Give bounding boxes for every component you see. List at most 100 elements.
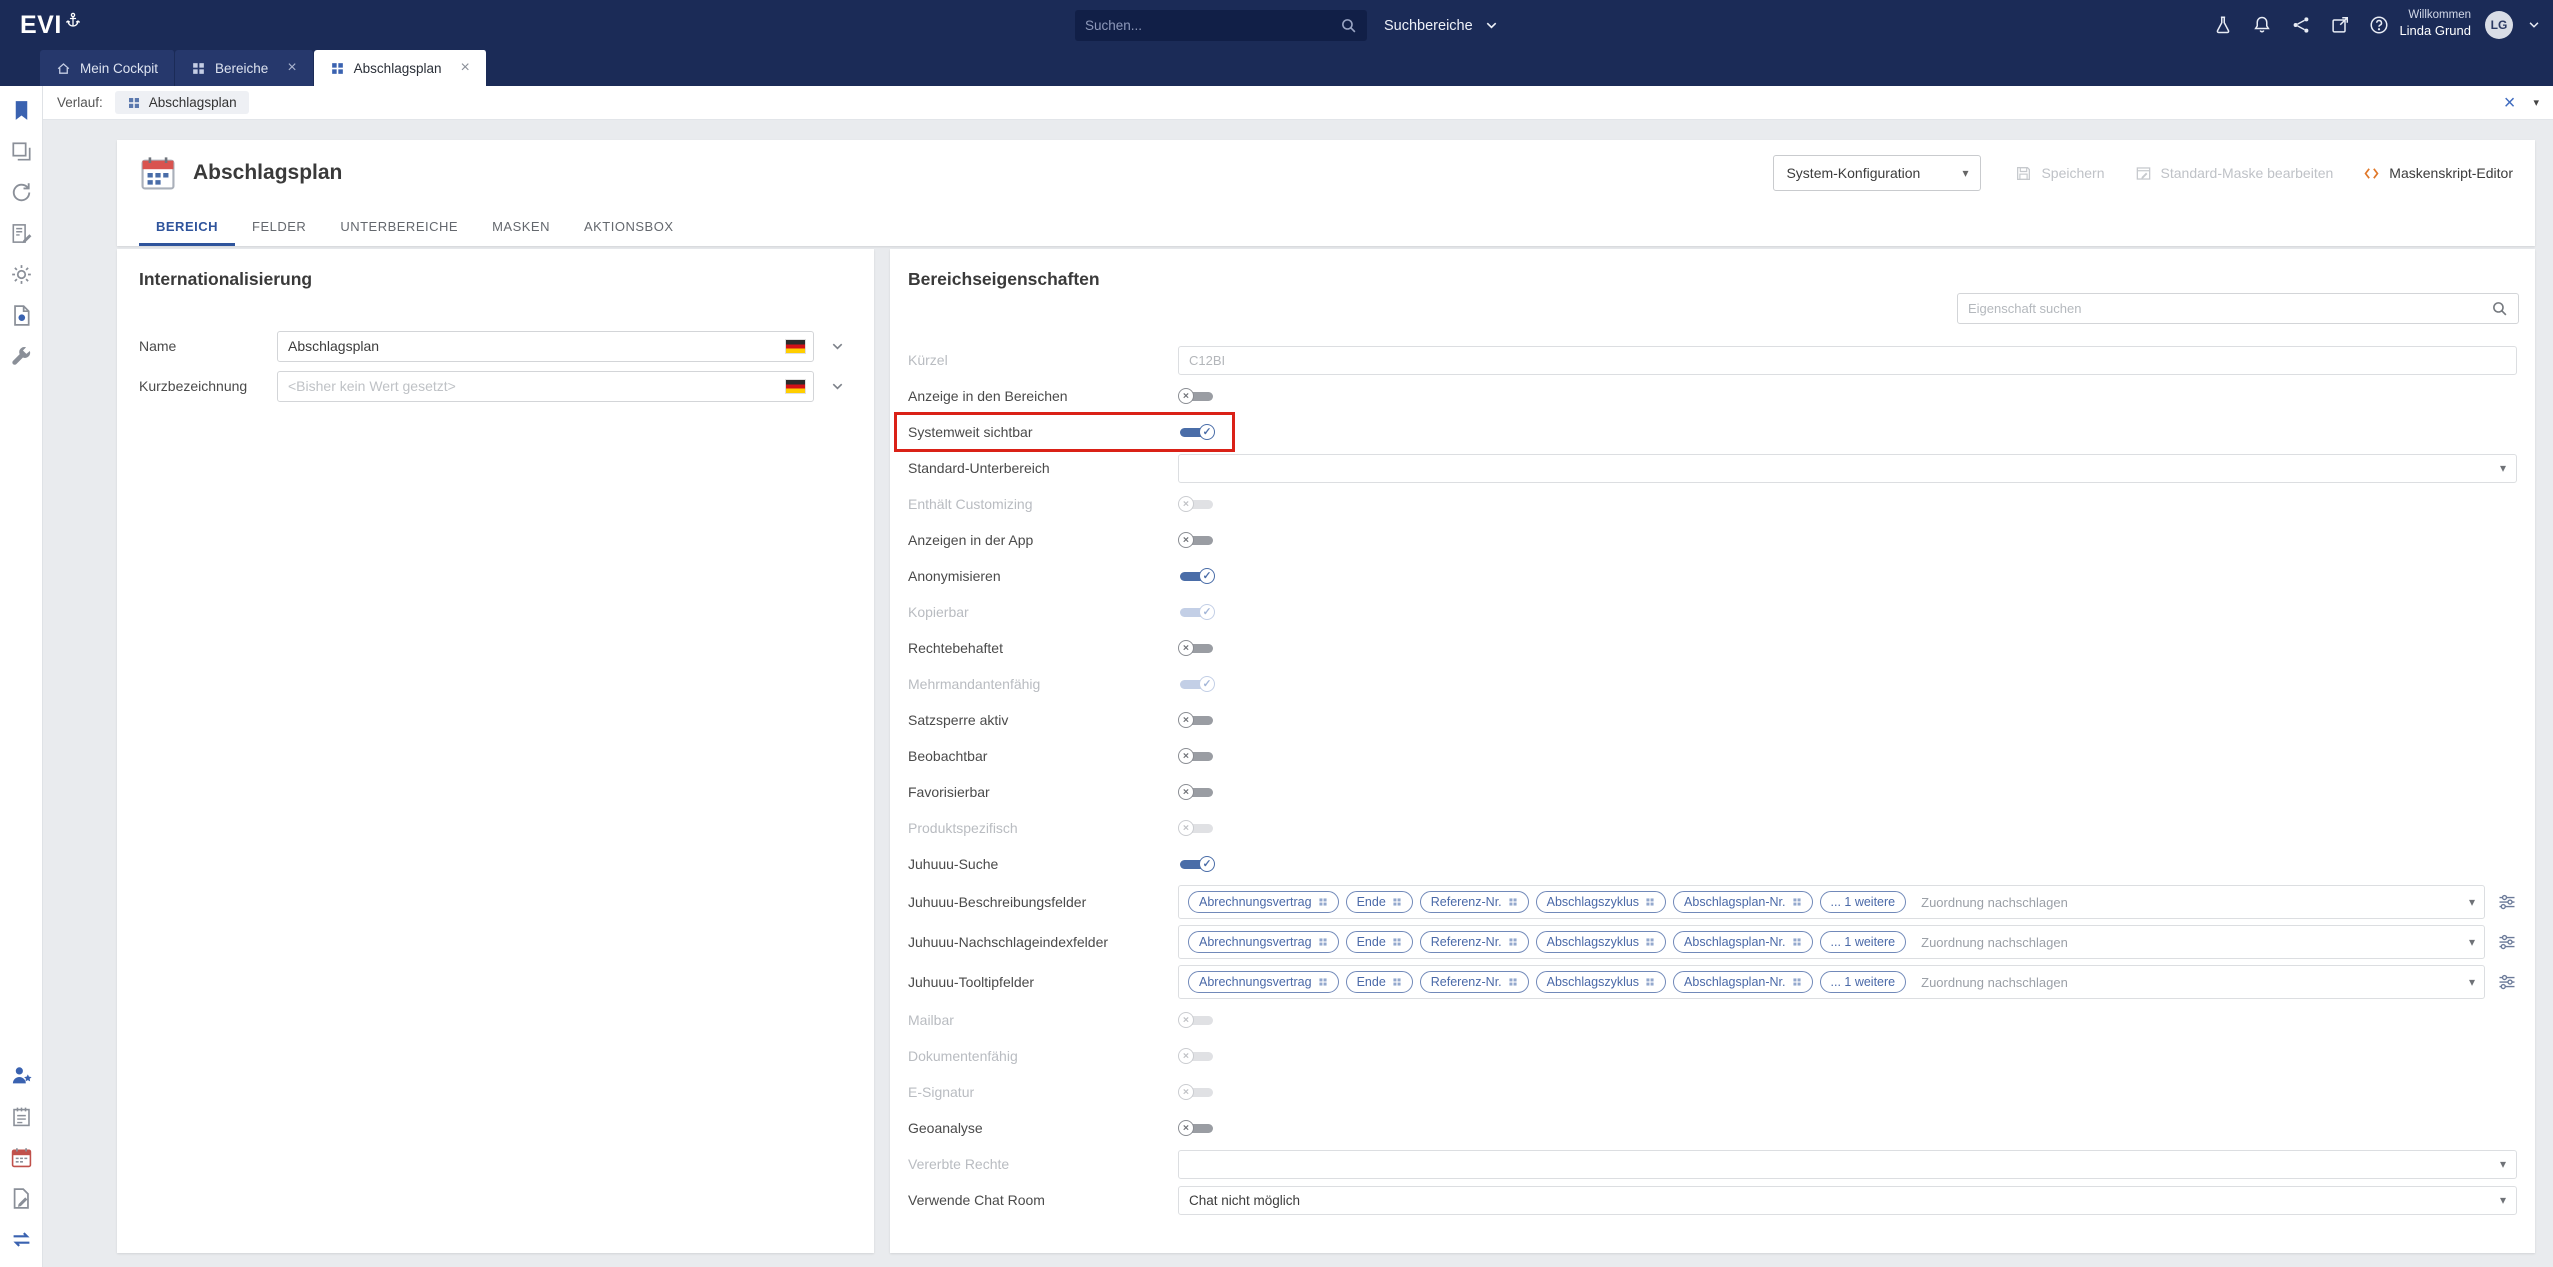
anzeigen-in-der-app-toggle[interactable]: × <box>1178 532 1215 549</box>
sync-icon[interactable] <box>10 1228 33 1251</box>
chip-more[interactable]: ... 1 weitere <box>1820 891 1907 913</box>
document-icon[interactable] <box>10 304 33 327</box>
sliders-icon[interactable] <box>2497 892 2517 912</box>
tab-abschlagsplan[interactable]: Abschlagsplan× <box>314 50 487 86</box>
favorisierbar-toggle[interactable]: × <box>1178 784 1215 801</box>
select-value: Chat nicht möglich <box>1189 1193 1300 1208</box>
property-search-input[interactable] <box>1968 301 2491 316</box>
standard-unterbereich-select[interactable]: ▾ <box>1178 454 2517 483</box>
systemweit-sichtbar-toggle[interactable]: ✓ <box>1178 424 1215 441</box>
anonymisieren-toggle[interactable]: ✓ <box>1178 568 1215 585</box>
user-menu-chevron-icon[interactable] <box>2527 18 2541 32</box>
search-input[interactable] <box>1085 18 1340 33</box>
close-icon[interactable]: × <box>2504 93 2516 113</box>
chevron-down-icon[interactable]: ▾ <box>2533 96 2539 109</box>
chevron-down-icon: ▾ <box>1962 166 1968 180</box>
close-icon[interactable]: × <box>460 60 469 76</box>
mailbar-toggle: × <box>1178 1012 1215 1029</box>
chip-abschlagszyklus[interactable]: Abschlagszyklus <box>1536 931 1666 953</box>
geoanalyse-toggle[interactable]: × <box>1178 1120 1215 1137</box>
script-icon <box>2363 165 2380 182</box>
chip-ende[interactable]: Ende <box>1346 971 1413 993</box>
juhuuu-nachschlageindexfelder-field[interactable]: Abrechnungsvertrag Ende Referenz-Nr. Abschl… <box>1178 925 2485 959</box>
property-label: Verwende Chat Room <box>908 1192 1178 1208</box>
note-icon[interactable] <box>10 1105 33 1128</box>
panel-heading: Internationalisierung <box>139 269 852 290</box>
verwende-chat-room-select[interactable]: Chat nicht möglich▾ <box>1178 1186 2517 1215</box>
chip-ende[interactable]: Ende <box>1346 891 1413 913</box>
edit-mask-icon <box>2135 165 2152 182</box>
grid-icon <box>1318 937 1328 947</box>
copy-icon[interactable] <box>10 140 33 163</box>
history-item-abschlagsplan[interactable]: Abschlagsplan <box>115 91 249 114</box>
juhuuu-beschreibungsfelder-field[interactable]: Abrechnungsvertrag Ende Referenz-Nr. Abschl… <box>1178 885 2485 919</box>
chip-referenz-nr[interactable]: Referenz-Nr. <box>1420 891 1529 913</box>
satzsperre-aktiv-toggle[interactable]: × <box>1178 712 1215 729</box>
chip-ende[interactable]: Ende <box>1346 931 1413 953</box>
chevron-down-icon[interactable] <box>830 339 845 354</box>
chevron-down-icon[interactable] <box>830 379 845 394</box>
avatar[interactable]: LG <box>2485 11 2513 39</box>
grid-icon <box>1318 897 1328 907</box>
rechtebehaftet-toggle[interactable]: × <box>1178 640 1215 657</box>
anzeige-in-den-bereichen-toggle[interactable]: × <box>1178 388 1215 405</box>
share-icon[interactable] <box>2291 15 2311 35</box>
tab-unterbereiche[interactable]: UNTERBEREICHE <box>323 206 475 246</box>
chip-referenz-nr[interactable]: Referenz-Nr. <box>1420 971 1529 993</box>
chip-more[interactable]: ... 1 weitere <box>1820 931 1907 953</box>
close-icon[interactable]: × <box>287 60 296 76</box>
history-icon[interactable] <box>10 181 33 204</box>
properties-list: KürzelAnzeige in den Bereichen×Systemwei… <box>908 342 2517 1218</box>
wrench-icon[interactable] <box>10 345 33 368</box>
document-edit-icon[interactable] <box>10 1187 33 1210</box>
history-item-label: Abschlagsplan <box>149 95 237 110</box>
toggle-knob: × <box>1178 1048 1194 1064</box>
chip-abrechnungsvertrag[interactable]: Abrechnungsvertrag <box>1188 931 1339 953</box>
topbar-icons <box>2213 0 2389 50</box>
tab-mein-cockpit[interactable]: Mein Cockpit <box>40 50 175 86</box>
sidebar <box>0 86 43 1267</box>
chip-abschlagsplan-nr[interactable]: Abschlagsplan-Nr. <box>1673 971 1812 993</box>
german-flag-icon[interactable] <box>786 380 805 393</box>
external-link-icon[interactable] <box>2330 15 2350 35</box>
chip-abschlagszyklus[interactable]: Abschlagszyklus <box>1536 891 1666 913</box>
tab-felder[interactable]: FELDER <box>235 206 323 246</box>
bell-icon[interactable] <box>2252 15 2272 35</box>
tab-bereich[interactable]: BEREICH <box>139 206 235 246</box>
help-icon[interactable] <box>2369 15 2389 35</box>
gear-icon[interactable] <box>10 263 33 286</box>
chip-abrechnungsvertrag[interactable]: Abrechnungsvertrag <box>1188 971 1339 993</box>
property-label: Juhuuu-Tooltipfelder <box>908 974 1178 990</box>
grid-icon <box>1792 977 1802 987</box>
tab-masken[interactable]: MASKEN <box>475 206 567 246</box>
chip-abrechnungsvertrag[interactable]: Abrechnungsvertrag <box>1188 891 1339 913</box>
form-edit-icon[interactable] <box>10 222 33 245</box>
name-input[interactable] <box>277 331 814 362</box>
calendar-icon[interactable] <box>10 1146 33 1169</box>
user-star-icon[interactable] <box>10 1064 33 1087</box>
kurzbezeichnung-input[interactable] <box>277 371 814 402</box>
juhuuu-tooltipfelder-field[interactable]: Abrechnungsvertrag Ende Referenz-Nr. Abschl… <box>1178 965 2485 999</box>
beobachtbar-toggle[interactable]: × <box>1178 748 1215 765</box>
search-scope-dropdown[interactable]: Suchbereiche <box>1384 10 1499 41</box>
flask-icon[interactable] <box>2213 15 2233 35</box>
search-icon[interactable] <box>1340 17 1357 34</box>
juhuuu-suche-toggle[interactable]: ✓ <box>1178 856 1215 873</box>
chip-more[interactable]: ... 1 weitere <box>1820 971 1907 993</box>
sidebar-top-group <box>10 99 33 368</box>
property-label: Juhuuu-Beschreibungsfelder <box>908 894 1178 910</box>
maskenskript-editor-button[interactable]: Maskenskript-Editor <box>2363 165 2513 182</box>
german-flag-icon[interactable] <box>786 340 805 353</box>
sliders-icon[interactable] <box>2497 972 2517 992</box>
bookmark-icon[interactable] <box>10 99 33 122</box>
tab-aktionsbox[interactable]: AKTIONSBOX <box>567 206 691 246</box>
chip-abschlagszyklus[interactable]: Abschlagszyklus <box>1536 971 1666 993</box>
chip-abschlagsplan-nr[interactable]: Abschlagsplan-Nr. <box>1673 891 1812 913</box>
chip-abschlagsplan-nr[interactable]: Abschlagsplan-Nr. <box>1673 931 1812 953</box>
config-dropdown[interactable]: System-Konfiguration ▾ <box>1773 155 1981 191</box>
sliders-icon[interactable] <box>2497 932 2517 952</box>
tab-bereiche[interactable]: Bereiche× <box>175 50 314 86</box>
property-label: Anonymisieren <box>908 568 1178 584</box>
chip-referenz-nr[interactable]: Referenz-Nr. <box>1420 931 1529 953</box>
search-icon[interactable] <box>2491 300 2508 317</box>
